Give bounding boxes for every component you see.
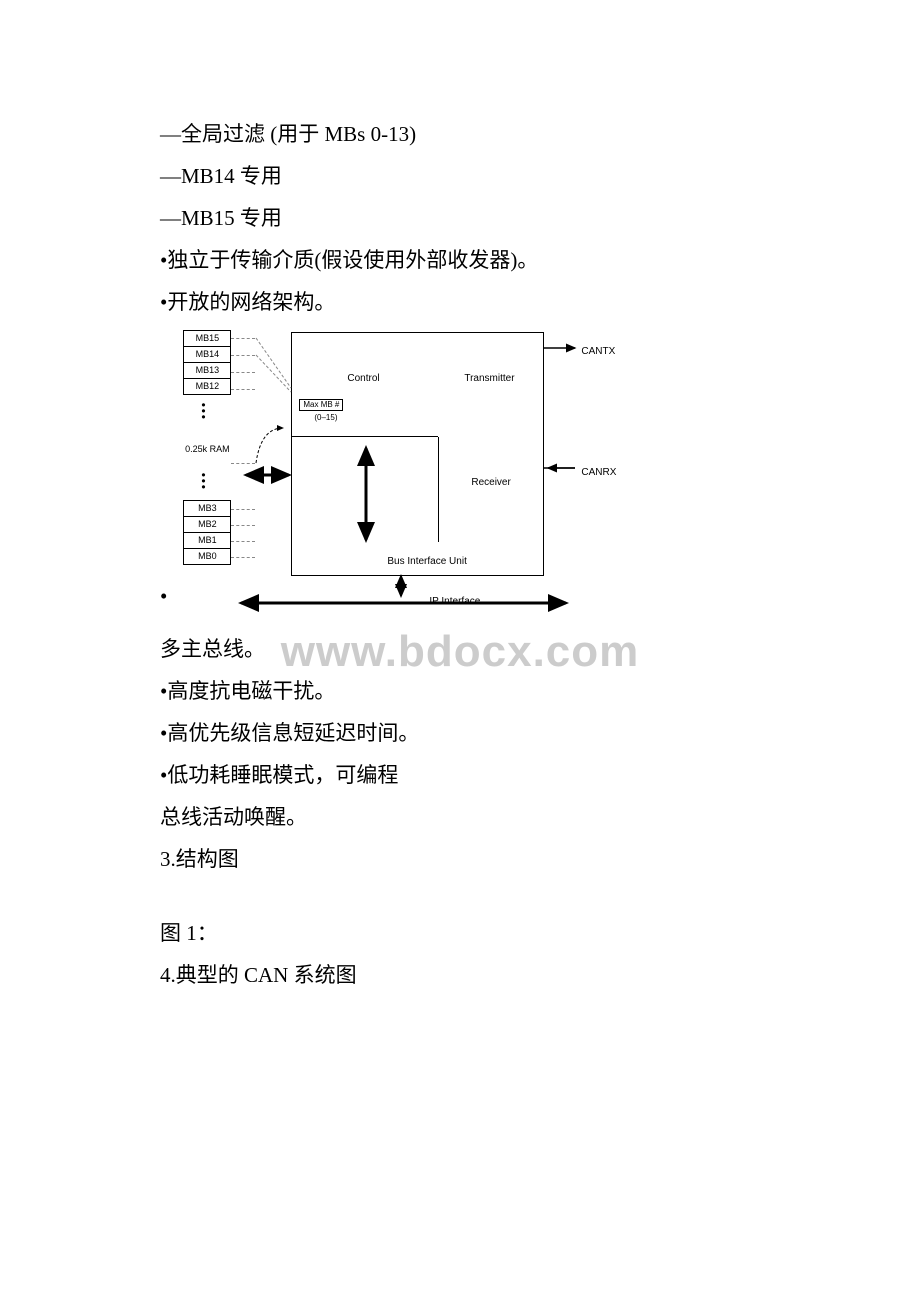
dash-line bbox=[231, 509, 255, 510]
dash-line bbox=[231, 372, 255, 373]
mb13-box: MB13 bbox=[183, 362, 231, 379]
document-content: —全局过滤 (用于 MBs 0-13) —MB14 专用 —MB15 专用 •独… bbox=[160, 115, 780, 996]
left-lower-block bbox=[291, 437, 439, 543]
dash-line bbox=[231, 541, 255, 542]
text-line-mb14: —MB14 专用 bbox=[160, 157, 780, 197]
text-line-bus-wake: 总线活动唤醒。 bbox=[160, 798, 780, 838]
bullet-icon: • bbox=[160, 577, 167, 617]
mb2-box: MB2 bbox=[183, 516, 231, 533]
text-line-priority-delay: •高优先级信息短延迟时间。 bbox=[160, 714, 780, 754]
ram-label: 0.25k RAM bbox=[182, 444, 232, 455]
dash-line bbox=[231, 389, 255, 390]
blank-line bbox=[160, 882, 780, 912]
text-line-open-network: •开放的网络架构。 bbox=[160, 283, 780, 323]
diagram-row: • MB15 MB14 MB13 MB12 ••• 0.25k RAM ••• … bbox=[160, 328, 780, 628]
dash-line bbox=[231, 525, 255, 526]
cantx-label: CANTX bbox=[581, 342, 615, 361]
control-label: Control bbox=[347, 369, 379, 388]
dots-upper: ••• bbox=[201, 402, 205, 420]
text-line-structure-heading: 3.结构图 bbox=[160, 840, 780, 880]
text-line-multi-master: 多主总线。 bbox=[160, 630, 780, 670]
canrx-label: CANRX bbox=[581, 463, 616, 482]
dots-lower: ••• bbox=[201, 472, 205, 490]
maxmb-range: (0–15) bbox=[314, 410, 337, 425]
text-line-figure1: 图 1： bbox=[160, 914, 780, 954]
mb-stack-lower: MB3 MB2 MB1 MB0 bbox=[183, 500, 231, 564]
transmitter-block: Transmitter bbox=[438, 332, 544, 438]
mb12-box: MB12 bbox=[183, 378, 231, 395]
dash-line bbox=[231, 463, 255, 464]
transmitter-label: Transmitter bbox=[464, 369, 514, 388]
ip-interface-label: IP Interface bbox=[429, 592, 480, 611]
text-line-filter-global: —全局过滤 (用于 MBs 0-13) bbox=[160, 115, 780, 155]
text-line-emi: •高度抗电磁干扰。 bbox=[160, 672, 780, 712]
mb14-box: MB14 bbox=[183, 346, 231, 363]
text-line-mb15: —MB15 专用 bbox=[160, 199, 780, 239]
mb3-box: MB3 bbox=[183, 500, 231, 517]
dash-line bbox=[231, 355, 255, 356]
bus-interface-block: Bus Interface Unit bbox=[291, 542, 544, 576]
dash-line bbox=[231, 338, 255, 339]
mb-stack: MB15 MB14 MB13 MB12 bbox=[183, 330, 231, 394]
text-line-low-power: •低功耗睡眠模式，可编程 bbox=[160, 756, 780, 796]
text-line-can-system-heading: 4.典型的 CAN 系统图 bbox=[160, 956, 780, 996]
dash-line bbox=[231, 557, 255, 558]
mb0-box: MB0 bbox=[183, 548, 231, 565]
mb1-box: MB1 bbox=[183, 532, 231, 549]
receiver-block: Receiver bbox=[438, 437, 544, 543]
mb15-box: MB15 bbox=[183, 330, 231, 347]
bus-label: Bus Interface Unit bbox=[387, 552, 466, 571]
block-diagram: MB15 MB14 MB13 MB12 ••• 0.25k RAM ••• MB… bbox=[171, 328, 631, 628]
text-line-media-independent: •独立于传输介质(假设使用外部收发器)。 bbox=[160, 241, 780, 281]
receiver-label: Receiver bbox=[471, 473, 510, 492]
